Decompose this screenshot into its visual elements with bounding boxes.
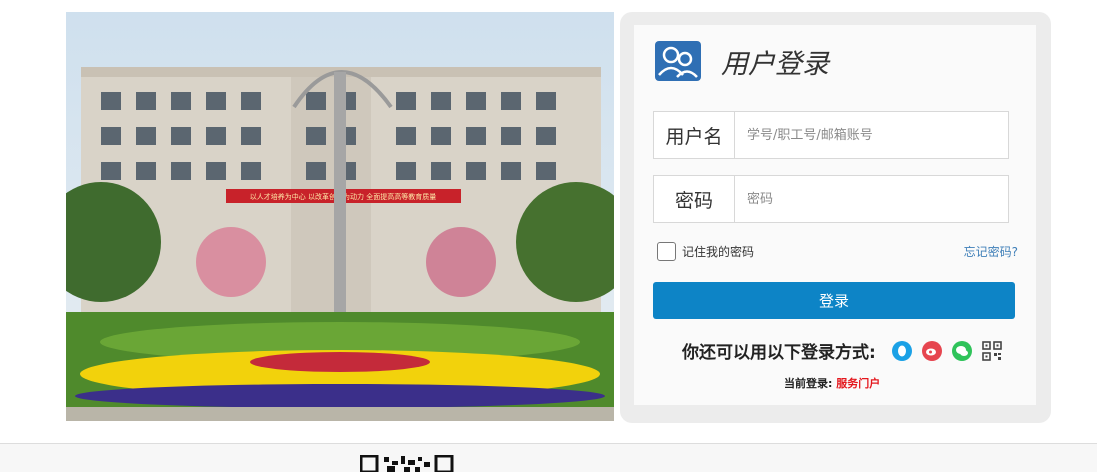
password-input[interactable]	[735, 176, 1008, 222]
password-label: 密码	[654, 176, 735, 222]
remember-me[interactable]: 记住我的密码	[657, 242, 754, 261]
remember-label: 记住我的密码	[682, 245, 755, 259]
alt-login-row: 你还可以用以下登录方式:	[682, 338, 1002, 363]
current-login-link[interactable]: 服务门户	[836, 377, 880, 390]
current-login-line: 当前登录: 服务门户	[784, 375, 880, 391]
username-input[interactable]	[735, 112, 1008, 158]
login-panel: 用户登录 用户名 密码 记住我的密码 忘记密码? 登录 你还可以用以下登录方式:	[620, 12, 1051, 423]
users-icon	[655, 41, 701, 81]
username-field: 用户名	[653, 111, 1009, 159]
weibo-icon[interactable]	[921, 340, 942, 361]
login-form: 用户登录 用户名 密码 记住我的密码 忘记密码? 登录 你还可以用以下登录方式:	[634, 25, 1036, 405]
wechat-icon[interactable]	[951, 340, 972, 361]
remember-checkbox[interactable]	[657, 242, 676, 261]
alt-login-text: 你还可以用以下登录方式:	[682, 343, 876, 363]
login-title: 用户登录	[721, 48, 829, 80]
qq-icon[interactable]	[891, 340, 912, 361]
login-button[interactable]: 登录	[653, 282, 1015, 319]
username-label: 用户名	[654, 112, 735, 158]
current-login-prefix: 当前登录:	[784, 377, 833, 390]
footer	[0, 444, 1097, 472]
qrcode-strip-icon	[360, 455, 454, 472]
login-header: 用户登录	[655, 39, 829, 83]
qrcode-icon[interactable]	[982, 340, 1002, 361]
password-field: 密码	[653, 175, 1009, 223]
forgot-password-link[interactable]: 忘记密码?	[964, 243, 1018, 260]
campus-photo: 以人才培养为中心 以改革创新为动力 全面提高高等教育质量	[66, 12, 614, 421]
